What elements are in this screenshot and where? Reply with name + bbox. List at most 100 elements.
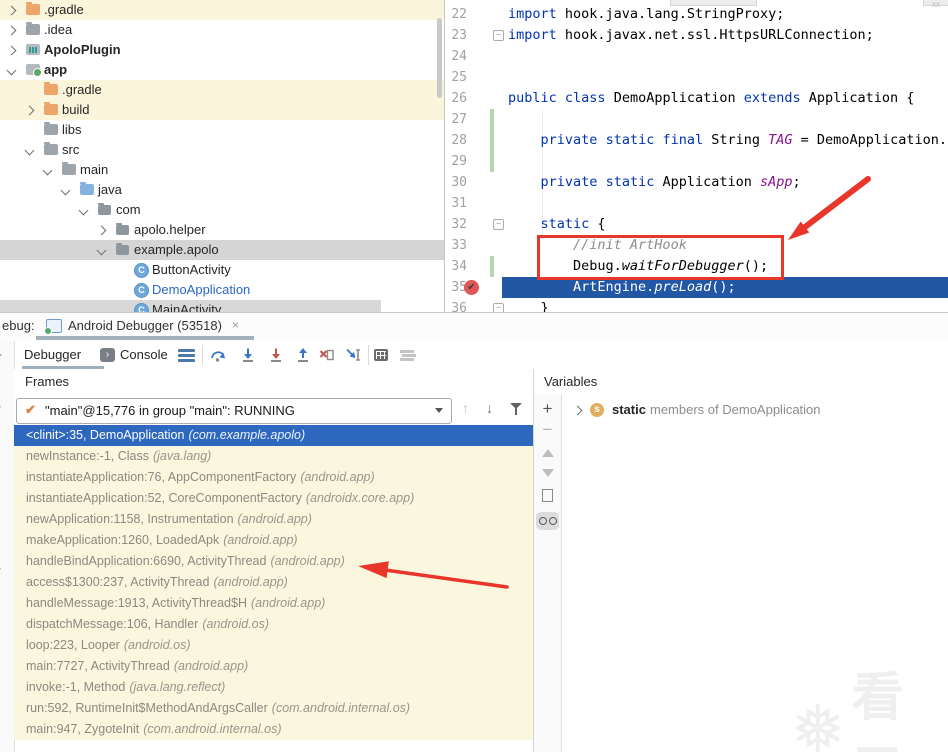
- stack-frame-row[interactable]: makeApplication:1260, LoadedApk (android.…: [14, 530, 533, 551]
- stack-frame-row[interactable]: handleBindApplication:6690, ActivityThre…: [14, 551, 533, 572]
- tree-item-build[interactable]: build: [0, 100, 444, 120]
- tab-console[interactable]: Console: [120, 341, 168, 369]
- chevron-down-icon[interactable]: [24, 145, 35, 156]
- fold-marker-icon[interactable]: −: [493, 219, 504, 230]
- chevron-down-icon[interactable]: [435, 408, 443, 413]
- class-icon: C: [134, 303, 149, 312]
- remove-watch-icon[interactable]: −: [540, 421, 556, 439]
- stack-frame-row[interactable]: loop:223, Looper (android.os): [14, 635, 533, 656]
- variables-row-static[interactable]: s static members of DemoApplication: [562, 399, 948, 421]
- chevron-down-icon[interactable]: [42, 165, 53, 176]
- breakpoint-icon[interactable]: ✔: [464, 280, 479, 295]
- frame-package: (android.app): [213, 575, 288, 589]
- chevron-right-icon[interactable]: [572, 405, 583, 416]
- tree-item-com[interactable]: com: [0, 200, 444, 220]
- variables-panel-header: Variables: [533, 369, 948, 396]
- code-line[interactable]: public class DemoApplication extends App…: [508, 88, 914, 109]
- frame-package: (android.os): [202, 617, 270, 631]
- filter-icon[interactable]: [510, 403, 522, 416]
- close-icon[interactable]: ×: [232, 318, 239, 332]
- tree-item--idea[interactable]: .idea: [0, 20, 444, 40]
- stack-frame-row[interactable]: main:7727, ActivityThread (android.app): [14, 656, 533, 677]
- tree-item-java[interactable]: java: [0, 180, 444, 200]
- code-line[interactable]: private static Application sApp;: [508, 172, 801, 193]
- chevron-right-icon[interactable]: [6, 25, 17, 36]
- code-line[interactable]: import hook.java.lang.StringProxy;: [508, 4, 784, 25]
- tree-item-main[interactable]: main: [0, 160, 444, 180]
- stack-frame-row[interactable]: main:947, ZygoteInit (com.android.interna…: [14, 719, 533, 740]
- folder-gray-icon: [44, 122, 58, 135]
- force-step-into-icon[interactable]: [268, 347, 284, 363]
- folder-gray-icon: [62, 162, 76, 175]
- step-over-icon[interactable]: [210, 347, 226, 363]
- drop-frame-icon[interactable]: [319, 347, 335, 363]
- stack-frame-row[interactable]: dispatchMessage:106, Handler (android.os): [14, 614, 533, 635]
- stack-frame-row[interactable]: <clinit>:35, DemoApplication (com.example…: [14, 425, 533, 446]
- move-watch-up-icon[interactable]: [541, 449, 554, 457]
- stack-frame-row[interactable]: handleMessage:1913, ActivityThread$H (and…: [14, 593, 533, 614]
- tree-scrollbar[interactable]: [437, 18, 442, 98]
- move-watch-down-icon[interactable]: [541, 469, 554, 477]
- project-tree-panel[interactable]: .gradle .idea ApoloPlugin app .gradle build li…: [0, 0, 445, 312]
- add-watch-icon[interactable]: +: [540, 400, 556, 417]
- step-out-icon[interactable]: [295, 347, 311, 363]
- frames-list[interactable]: <clinit>:35, DemoApplication (com.example…: [14, 425, 533, 740]
- stack-frame-row[interactable]: run:592, RuntimeInit$MethodAndArgsCaller…: [14, 698, 533, 719]
- tree-item--gradle[interactable]: .gradle: [0, 80, 444, 100]
- tree-item-libs[interactable]: libs: [0, 120, 444, 140]
- tree-item-app[interactable]: app: [0, 60, 444, 80]
- code-line[interactable]: ArtEngine.preLoad();: [508, 277, 736, 298]
- thread-status-check-icon: ✔: [25, 402, 36, 417]
- step-into-icon[interactable]: [240, 347, 256, 363]
- chevron-right-icon[interactable]: [6, 45, 17, 56]
- restore-layout-icon[interactable]: [400, 350, 414, 353]
- fold-marker-icon[interactable]: −: [493, 30, 504, 41]
- fold-marker-icon[interactable]: −: [493, 303, 504, 312]
- stack-frame-row[interactable]: access$1300:237, ActivityThread (android.…: [14, 572, 533, 593]
- layout-options-icon[interactable]: [178, 349, 195, 362]
- move-down-icon[interactable]: ↓: [486, 400, 493, 416]
- chevron-right-icon[interactable]: [96, 225, 107, 236]
- chevron-down-icon[interactable]: [96, 245, 107, 256]
- folder-gray-icon: [44, 142, 58, 155]
- move-up-icon[interactable]: ↑: [462, 400, 469, 416]
- stack-frame-row[interactable]: newInstance:-1, Class (java.lang): [14, 446, 533, 467]
- debug-session-tab[interactable]: Android Debugger (53518): [68, 318, 222, 333]
- tree-item--gradle[interactable]: .gradle: [0, 0, 444, 20]
- thread-dropdown[interactable]: ✔ "main"@15,776 in group "main": RUNNING: [16, 398, 452, 424]
- code-line[interactable]: private static final String TAG = DemoAp…: [508, 130, 948, 151]
- tree-item-mainactivity[interactable]: C MainActivity: [0, 300, 381, 312]
- variables-side-toolbar[interactable]: + −: [534, 395, 562, 752]
- tree-item-buttonactivity[interactable]: C ButtonActivity: [0, 260, 444, 280]
- stack-frame-row[interactable]: newApplication:1158, Instrumentation (and…: [14, 509, 533, 530]
- chevron-right-icon[interactable]: [6, 5, 17, 16]
- show-watches-toggle[interactable]: [536, 512, 559, 530]
- tree-item-apoloplugin[interactable]: ApoloPlugin: [0, 40, 444, 60]
- tree-item-src[interactable]: src: [0, 140, 444, 160]
- tree-item-example-apolo[interactable]: example.apolo: [0, 240, 444, 260]
- tree-item-label: main: [80, 162, 109, 177]
- code-line[interactable]: static {: [508, 214, 606, 235]
- chevron-right-icon[interactable]: [24, 105, 35, 116]
- code-line[interactable]: }: [508, 298, 549, 312]
- selected-tab-underline: [36, 336, 254, 340]
- chevron-down-icon[interactable]: [6, 65, 17, 76]
- package-icon: [98, 203, 111, 215]
- duplicate-watch-icon[interactable]: [542, 485, 557, 502]
- view-breakpoints-icon[interactable]: [374, 349, 388, 361]
- stack-frame-row[interactable]: instantiateApplication:52, CoreComponent…: [14, 488, 533, 509]
- snowflake-icon: ❅: [790, 691, 846, 752]
- frame-package: (android.app): [173, 659, 249, 673]
- run-to-cursor-icon[interactable]: [345, 347, 361, 363]
- chevron-down-icon[interactable]: [78, 205, 89, 216]
- tree-item-demoapplication[interactable]: C DemoApplication: [0, 280, 444, 300]
- stack-frame-row[interactable]: instantiateApplication:76, AppComponentF…: [14, 467, 533, 488]
- chevron-down-icon[interactable]: [60, 185, 71, 196]
- code-line[interactable]: import hook.javax.net.ssl.HttpsURLConnec…: [508, 25, 874, 46]
- debug-side-toolbar[interactable]: ⟳ ✓ ▶ ▮ ● ■ ⇩ ▶: [0, 341, 15, 752]
- tab-debugger[interactable]: Debugger: [24, 341, 81, 369]
- tree-item-apolo-helper[interactable]: apolo.helper: [0, 220, 444, 240]
- stack-frame-row[interactable]: invoke:-1, Method (java.lang.reflect): [14, 677, 533, 698]
- frame-package: (android.app): [223, 533, 298, 547]
- frame-method: loop:223, Looper: [26, 638, 120, 652]
